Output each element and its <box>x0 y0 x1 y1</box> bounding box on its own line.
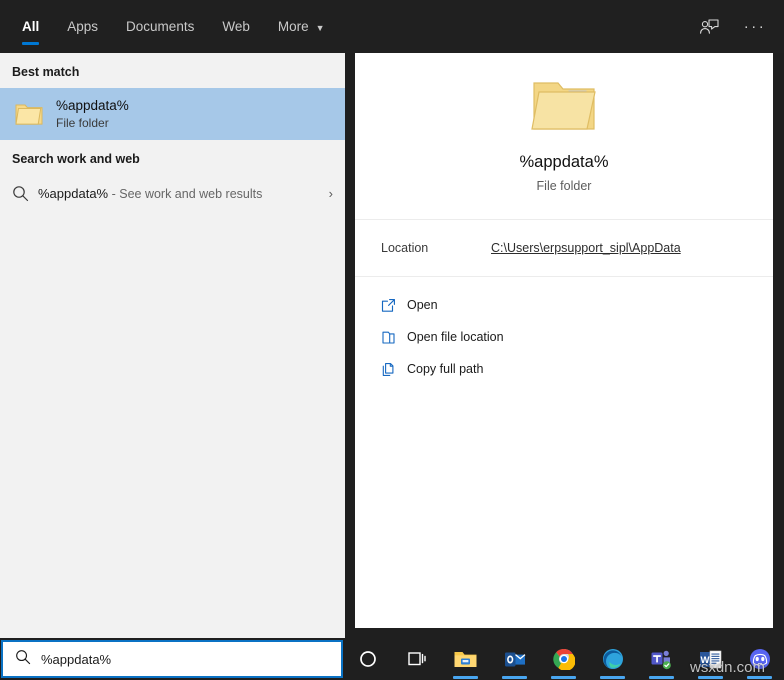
detail-title: %appdata% <box>520 151 609 173</box>
svg-text:W: W <box>701 655 710 666</box>
taskbar-item-task-view[interactable] <box>392 638 441 680</box>
running-indicator <box>551 676 576 679</box>
tab-apps[interactable]: Apps <box>53 0 112 53</box>
tab-apps-label: Apps <box>67 19 98 34</box>
person-comment-icon[interactable] <box>696 14 722 40</box>
running-indicator <box>698 676 723 679</box>
copy-icon <box>381 362 407 377</box>
running-indicator <box>502 676 527 679</box>
best-match-heading: Best match <box>0 53 345 88</box>
tab-all-label: All <box>22 19 39 34</box>
detail-pane: %appdata% File folder Location C:\Users\… <box>355 53 773 628</box>
tab-documents[interactable]: Documents <box>112 0 208 53</box>
search-body: Best match %appdata% File folder <box>0 53 784 638</box>
search-web-heading: Search work and web <box>0 140 345 175</box>
tab-all[interactable]: All <box>8 0 53 53</box>
open-folder-icon <box>528 75 600 137</box>
action-open[interactable]: Open <box>355 289 773 321</box>
chevron-right-icon: › <box>329 186 333 201</box>
location-link[interactable]: C:\Users\erpsupport_sipl\AppData <box>491 241 681 255</box>
location-row: Location C:\Users\erpsupport_sipl\AppDat… <box>355 220 773 276</box>
search-header: All Apps Documents Web More ▼ <box>0 0 784 53</box>
result-text: %appdata% File folder <box>56 97 129 131</box>
header-actions: ··· <box>696 14 784 40</box>
tab-more[interactable]: More ▼ <box>264 0 339 53</box>
taskbar-item-teams[interactable] <box>637 638 686 680</box>
action-open-label: Open <box>407 298 438 312</box>
more-options-icon[interactable]: ··· <box>742 14 768 40</box>
result-row-appdata[interactable]: %appdata% File folder <box>0 88 345 140</box>
running-indicator <box>453 676 478 679</box>
result-subtitle: File folder <box>56 115 129 131</box>
detail-hero: %appdata% File folder <box>355 53 773 219</box>
action-open-file-location[interactable]: Open file location <box>355 321 773 353</box>
taskbar-icons: W <box>343 638 784 680</box>
search-icon <box>12 185 38 202</box>
tab-web-label: Web <box>222 19 250 34</box>
tab-web[interactable]: Web <box>208 0 264 53</box>
action-copy-full-path-label: Copy full path <box>407 362 483 376</box>
action-open-file-location-label: Open file location <box>407 330 504 344</box>
taskbar-item-discord[interactable] <box>735 638 784 680</box>
result-title: %appdata% <box>56 97 129 114</box>
chevron-down-icon: ▼ <box>316 23 325 33</box>
taskbar-item-outlook[interactable] <box>490 638 539 680</box>
taskbar-search-box[interactable]: %appdata% <box>1 640 343 678</box>
running-indicator <box>649 676 674 679</box>
detail-type: File folder <box>537 179 592 193</box>
open-external-icon <box>381 298 407 313</box>
web-result-row[interactable]: %appdata% - See work and web results › <box>0 175 345 211</box>
web-result-suffix: - See work and web results <box>108 187 262 201</box>
overflow-dots: ··· <box>744 19 767 34</box>
taskbar-item-cortana[interactable] <box>343 638 392 680</box>
taskbar-item-file-explorer[interactable] <box>441 638 490 680</box>
results-pane: Best match %appdata% File folder <box>0 53 345 638</box>
taskbar-item-edge[interactable] <box>588 638 637 680</box>
search-tab-bar: All Apps Documents Web More ▼ <box>0 0 339 53</box>
folder-open-icon <box>381 330 407 345</box>
web-result-query: %appdata% <box>38 186 108 201</box>
action-copy-full-path[interactable]: Copy full path <box>355 353 773 385</box>
taskbar-item-word[interactable]: W <box>686 638 735 680</box>
detail-actions: Open Open file location <box>355 277 773 385</box>
windows-search-flyout: All Apps Documents Web More ▼ <box>0 0 784 680</box>
tab-documents-label: Documents <box>126 19 194 34</box>
taskbar-item-chrome[interactable] <box>539 638 588 680</box>
running-indicator <box>600 676 625 679</box>
taskbar: %appdata% <box>0 638 784 680</box>
folder-icon <box>12 97 46 131</box>
running-indicator <box>747 676 772 679</box>
tab-active-underline <box>22 42 39 45</box>
location-label: Location <box>381 241 491 255</box>
web-result-label: %appdata% - See work and web results <box>38 186 262 201</box>
search-icon <box>15 649 31 670</box>
tab-more-label: More <box>278 19 309 34</box>
search-input-value: %appdata% <box>41 652 111 667</box>
